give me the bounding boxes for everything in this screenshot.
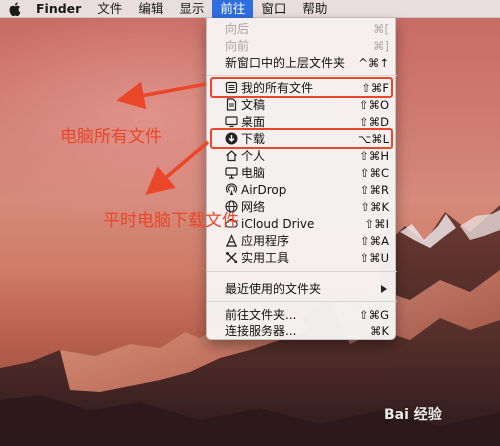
menu-item-enclosing-folder[interactable]: 新窗口中的上层文件夹 ^⌘↑ <box>207 54 397 71</box>
annotation-all-files: 电脑所有文件 <box>60 127 162 147</box>
menu-separator <box>207 301 397 302</box>
utilities-icon <box>226 252 237 263</box>
menu-window[interactable]: 窗口 <box>253 0 294 18</box>
menu-item-connect-server[interactable]: 连接服务器... ⌘K <box>207 322 397 339</box>
menu-item-documents[interactable]: 文稿 ⇧⌘O <box>207 96 397 113</box>
menu-item-applications[interactable]: 应用程序 ⇧⌘A <box>207 232 397 249</box>
menu-item-forward[interactable]: 向前 ⌘] <box>207 37 397 54</box>
highlight-all-my-files <box>210 77 393 98</box>
menu-item-recent-folders[interactable]: 最近使用的文件夹 <box>207 280 397 297</box>
menu-edit[interactable]: 编辑 <box>130 0 171 18</box>
highlight-downloads <box>210 128 393 149</box>
desktop-icon <box>225 116 238 128</box>
go-menu-dropdown: 向后 ⌘[ 向前 ⌘] 新窗口中的上层文件夹 ^⌘↑ 我的所有文件 ⇧⌘F 文稿… <box>206 18 397 340</box>
watermark-logo: Bai 经验 <box>384 407 442 423</box>
menu-item-home[interactable]: 个人 ⇧⌘H <box>207 147 397 164</box>
menu-bar: Finder 文件 编辑 显示 前往 窗口 帮助 <box>0 0 500 18</box>
menu-separator <box>207 75 397 76</box>
menu-view[interactable]: 显示 <box>171 0 212 18</box>
documents-icon <box>226 98 237 111</box>
airdrop-icon <box>225 183 238 195</box>
menu-item-computer[interactable]: 电脑 ⇧⌘C <box>207 164 397 181</box>
menu-item-back[interactable]: 向后 ⌘[ <box>207 20 397 37</box>
submenu-arrow-icon <box>381 285 387 293</box>
menu-item-utilities[interactable]: 实用工具 ⇧⌘U <box>207 249 397 266</box>
menu-separator <box>207 271 397 272</box>
computer-icon <box>225 167 238 179</box>
menu-go[interactable]: 前往 <box>212 0 254 18</box>
apple-icon[interactable] <box>0 0 30 18</box>
menu-help[interactable]: 帮助 <box>294 0 335 18</box>
menu-file[interactable]: 文件 <box>89 0 130 18</box>
menu-finder[interactable]: Finder <box>30 0 89 18</box>
menu-item-go-to-folder[interactable]: 前往文件夹... ⇧⌘G <box>207 306 397 323</box>
annotation-downloads: 平时电脑下载文件 <box>103 211 239 231</box>
home-icon <box>226 150 237 162</box>
menu-item-airdrop[interactable]: AirDrop ⇧⌘R <box>207 181 397 198</box>
applications-icon <box>226 234 237 247</box>
